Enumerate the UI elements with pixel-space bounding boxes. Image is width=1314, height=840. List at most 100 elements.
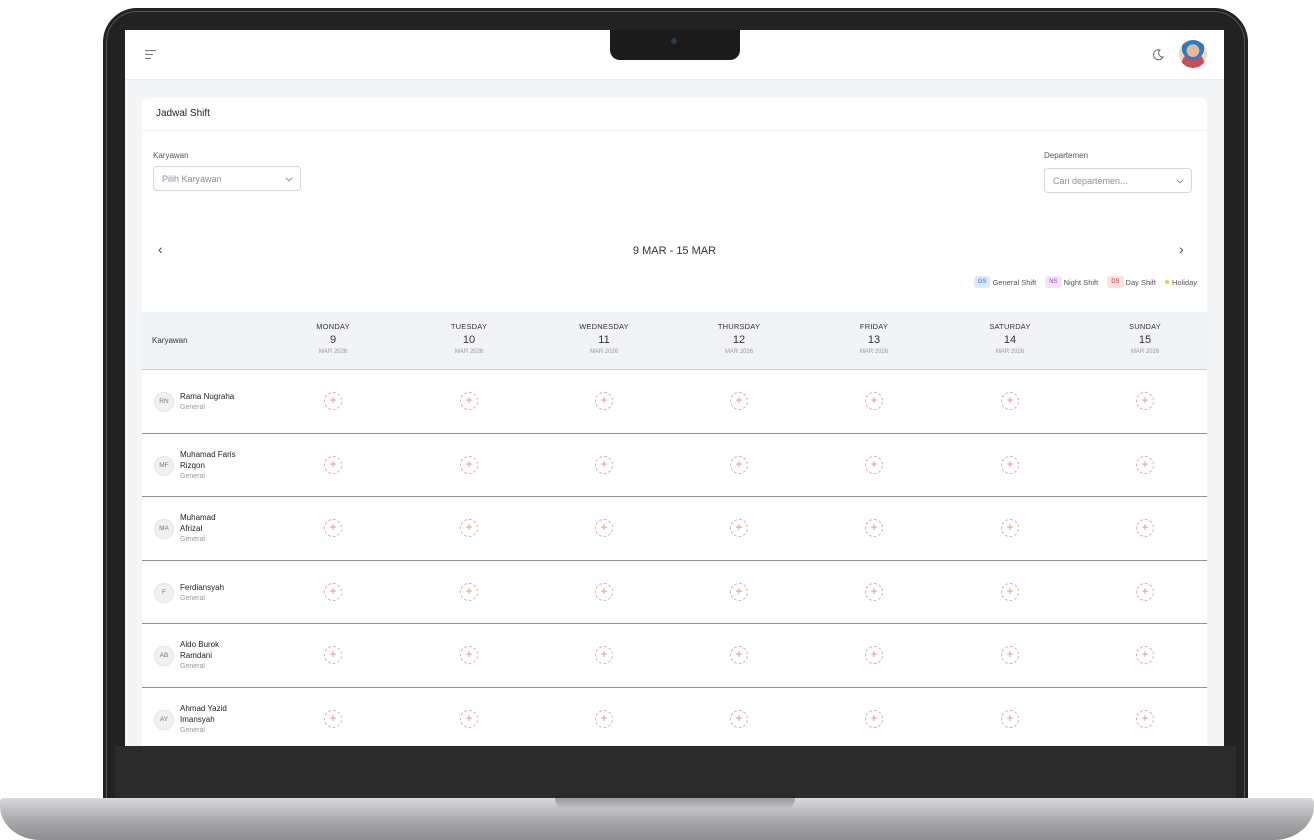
department-filter-label: Departemen: [1044, 151, 1089, 160]
app-screen: Jadwal Shift Karyawan Pilih Karyawan Dep…: [125, 30, 1224, 746]
shift-table: Karyawan MONDAY 9 MAR 2026 TUESDAY 10 MA…: [142, 312, 1207, 746]
add-shift-plus-icon[interactable]: +: [324, 392, 342, 410]
employee-info: Rama Nugraha General: [180, 391, 260, 413]
shift-legend: GS General Shift NS Night Shift DS Day S…: [970, 276, 1197, 288]
employee-select[interactable]: Pilih Karyawan: [153, 166, 301, 191]
employee-name: Ahmad Yazid: [180, 703, 227, 713]
employee-initials-avatar: F: [154, 582, 174, 603]
employee-initials-avatar: MF: [154, 455, 174, 476]
table-row: MA Muhamad Afrizal General + + + + + + +: [142, 497, 1207, 561]
day-number: 10: [462, 334, 476, 346]
add-shift-plus-icon[interactable]: +: [460, 709, 478, 728]
table-row: AY Ahmad Yazid Imansyah General + + + + + + +: [142, 687, 1207, 746]
add-shift-plus-icon[interactable]: +: [595, 646, 613, 664]
employee-department: General: [180, 594, 205, 602]
add-shift-plus-icon[interactable]: +: [865, 392, 883, 410]
add-shift-plus-icon[interactable]: +: [1136, 392, 1154, 410]
employee-name: Muhamad Faris: [180, 449, 236, 459]
day-name: SUNDAY: [1129, 322, 1161, 331]
table-row: RN Rama Nugraha General + + + + + + +: [142, 370, 1207, 434]
add-shift-plus-icon[interactable]: +: [730, 646, 748, 664]
add-shift-plus-icon[interactable]: +: [460, 392, 478, 410]
department-select[interactable]: Cari departemen...: [1044, 168, 1192, 193]
employee-department: General: [180, 404, 205, 411]
day-number: 13: [867, 334, 881, 346]
day-month: MAR 2026: [318, 349, 348, 355]
add-shift-plus-icon[interactable]: +: [1136, 646, 1154, 664]
day-number: 11: [598, 334, 610, 346]
day-number: 15: [1138, 334, 1152, 346]
add-shift-plus-icon[interactable]: +: [595, 392, 613, 410]
add-shift-plus-icon[interactable]: +: [460, 646, 478, 664]
laptop-hinge-notch: [555, 798, 795, 810]
add-shift-plus-icon[interactable]: +: [1136, 709, 1154, 728]
employee-name: Imansyah: [180, 714, 215, 724]
employee-initials-avatar: AY: [154, 709, 174, 730]
add-shift-plus-icon[interactable]: +: [324, 519, 342, 537]
add-shift-plus-icon[interactable]: +: [1001, 519, 1019, 537]
add-shift-plus-icon[interactable]: +: [865, 519, 883, 537]
add-shift-plus-icon[interactable]: +: [595, 582, 613, 601]
add-shift-plus-icon[interactable]: +: [730, 392, 748, 410]
add-shift-plus-icon[interactable]: +: [595, 455, 613, 474]
employee-filter-label: Karyawan: [153, 151, 189, 160]
add-shift-plus-icon[interactable]: +: [865, 455, 883, 474]
employee-info: Ahmad Yazid Imansyah General: [180, 703, 260, 736]
chevron-down-icon: [1176, 176, 1184, 184]
add-shift-plus-icon[interactable]: +: [1001, 455, 1019, 474]
add-shift-plus-icon[interactable]: +: [1136, 582, 1154, 601]
day-number: 12: [732, 334, 746, 346]
add-shift-plus-icon[interactable]: +: [324, 709, 342, 728]
legend-badge: NS: [1045, 276, 1062, 288]
add-shift-plus-icon[interactable]: +: [1001, 392, 1019, 410]
employee-info: Ferdiansyah General: [180, 582, 260, 604]
camera-notch: [610, 30, 740, 60]
moon-icon[interactable]: [1151, 48, 1165, 62]
add-shift-plus-icon[interactable]: +: [324, 646, 342, 664]
add-shift-plus-icon[interactable]: +: [460, 519, 478, 537]
add-shift-plus-icon[interactable]: +: [1001, 646, 1019, 664]
add-shift-plus-icon[interactable]: +: [865, 709, 883, 728]
employee-initials-avatar: RN: [154, 392, 174, 412]
laptop-chin: [115, 746, 1236, 800]
hamburger-menu-icon[interactable]: [145, 50, 156, 60]
add-shift-plus-icon[interactable]: +: [595, 709, 613, 728]
add-shift-plus-icon[interactable]: +: [595, 519, 613, 537]
day-name: FRIDAY: [859, 322, 889, 331]
add-shift-plus-icon[interactable]: +: [865, 582, 883, 601]
add-shift-plus-icon[interactable]: +: [1136, 519, 1154, 537]
add-shift-plus-icon[interactable]: +: [324, 455, 342, 474]
add-shift-plus-icon[interactable]: +: [865, 646, 883, 664]
legend-badge: GS: [973, 276, 991, 288]
chevron-right-icon[interactable]: ›: [1179, 241, 1184, 257]
table-header: Karyawan MONDAY 9 MAR 2026 TUESDAY 10 MA…: [142, 312, 1207, 370]
add-shift-plus-icon[interactable]: +: [730, 519, 748, 537]
add-shift-plus-icon[interactable]: +: [730, 582, 748, 601]
day-header: MONDAY 9 MAR 2026: [273, 322, 393, 355]
employee-department: General: [180, 726, 205, 734]
add-shift-plus-icon[interactable]: +: [730, 709, 748, 728]
employee-info: Muhamad Faris Rizqon General: [180, 449, 260, 482]
add-shift-plus-icon[interactable]: +: [460, 582, 478, 601]
employee-initials-avatar: AB: [154, 646, 174, 666]
employee-name: Ferdiansyah: [180, 582, 225, 592]
divider: [142, 130, 1207, 131]
day-month: MAR 2026: [454, 349, 484, 355]
day-header: WEDNESDAY 11 MAR 2026: [544, 322, 664, 355]
add-shift-plus-icon[interactable]: +: [460, 455, 478, 474]
add-shift-plus-icon[interactable]: +: [1001, 582, 1019, 601]
legend-badge: DS: [1107, 276, 1124, 288]
table-body: RN Rama Nugraha General + + + + + + + MF Muhamad Fa…: [142, 370, 1207, 746]
employee-column-header: Karyawan: [152, 336, 188, 345]
add-shift-plus-icon[interactable]: +: [1001, 709, 1019, 728]
table-row: MF Muhamad Faris Rizqon General + + + + + + +: [142, 433, 1207, 497]
add-shift-plus-icon[interactable]: +: [1136, 455, 1154, 474]
employee-name: Aldo Burok: [180, 640, 220, 649]
legend-label: Night Shift: [1063, 277, 1099, 287]
week-range: 9 MAR - 15 MAR: [632, 245, 717, 257]
add-shift-plus-icon[interactable]: +: [730, 455, 748, 474]
user-avatar[interactable]: [1179, 40, 1207, 68]
add-shift-plus-icon[interactable]: +: [324, 582, 342, 601]
holiday-dot-icon: [1164, 280, 1169, 284]
employee-name: Muhamad: [180, 513, 216, 522]
